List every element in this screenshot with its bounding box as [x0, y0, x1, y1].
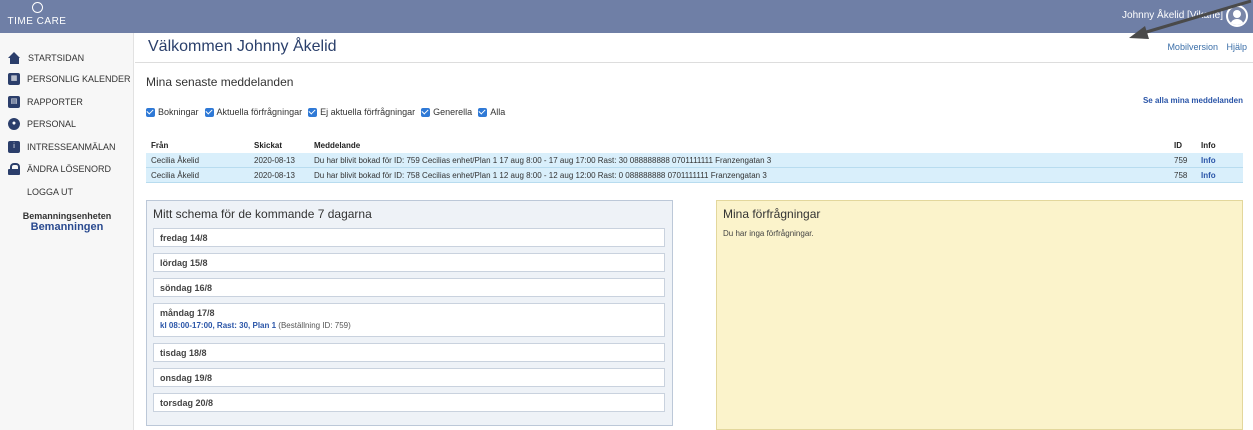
- info-icon: i: [8, 141, 20, 153]
- table-header-row: Från Skickat Meddelande ID Info: [146, 138, 1243, 153]
- requests-title: Mina förfrågningar: [723, 207, 821, 221]
- mobile-version-link[interactable]: Mobilversion: [1167, 42, 1218, 52]
- requests-empty-text: Du har inga förfrågningar.: [723, 229, 814, 238]
- checkbox-checked-icon[interactable]: [146, 107, 155, 117]
- sidebar-item-label: RAPPORTER: [27, 97, 83, 107]
- schedule-day[interactable]: fredag 14/8: [153, 228, 665, 247]
- schedule-day[interactable]: söndag 16/8: [153, 278, 665, 297]
- sidebar-item-rapporter[interactable]: ▤ RAPPORTER: [8, 93, 83, 111]
- info-link[interactable]: Info: [1201, 171, 1216, 180]
- schedule-panel: Mitt schema för de kommande 7 dagarna fr…: [146, 200, 673, 426]
- day-label: tisdag 18/8: [160, 348, 207, 358]
- sidebar-item-logga-ut[interactable]: LOGGA UT: [8, 183, 73, 201]
- sidebar-item-label: ÄNDRA LÖSENORD: [27, 164, 112, 174]
- filter-generella[interactable]: Generella: [421, 107, 472, 117]
- calendar-icon: ▦: [8, 73, 20, 85]
- checkbox-checked-icon[interactable]: [204, 107, 214, 117]
- day-label: lördag 15/8: [160, 258, 208, 268]
- sidebar-item-personal[interactable]: ● PERSONAL: [8, 115, 76, 133]
- day-label: torsdag 20/8: [160, 398, 214, 408]
- sidebar-item-label: STARTSIDAN: [28, 53, 85, 63]
- cell-id: 759: [1174, 156, 1188, 165]
- filter-aktuella-forfragningar[interactable]: Aktuella förfrågningar: [204, 107, 303, 117]
- message-filters: Bokningar Aktuella förfrågningar Ej aktu…: [146, 107, 511, 117]
- cell-message: Du har blivit bokad för ID: 758 Cecilias…: [314, 171, 767, 180]
- checkbox-checked-icon[interactable]: [478, 107, 488, 117]
- checkbox-checked-icon[interactable]: [308, 107, 318, 117]
- info-link[interactable]: Info: [1201, 156, 1216, 165]
- filter-label: Aktuella förfrågningar: [216, 107, 303, 117]
- divider: [135, 62, 1253, 63]
- filter-alla[interactable]: Alla: [478, 107, 505, 117]
- schedule-day[interactable]: lördag 15/8: [153, 253, 665, 272]
- logo-text: TIME CARE: [7, 16, 67, 27]
- table-row[interactable]: Cecilia Åkelid 2020-08-13 Du har blivit …: [146, 153, 1243, 168]
- schedule-day[interactable]: torsdag 20/8: [153, 393, 665, 412]
- schedule-day[interactable]: onsdag 19/8: [153, 368, 665, 387]
- day-label: fredag 14/8: [160, 233, 208, 243]
- filter-label: Generella: [433, 107, 473, 117]
- report-icon: ▤: [8, 96, 20, 108]
- column-header-info: Info: [1201, 141, 1216, 150]
- column-header-id: ID: [1174, 141, 1182, 150]
- column-header-sent: Skickat: [254, 141, 283, 150]
- sidebar-item-personlig-kalender[interactable]: ▦ PERSONLIG KALENDER: [8, 70, 131, 88]
- filter-label: Bokningar: [158, 107, 199, 117]
- day-label: onsdag 19/8: [160, 373, 213, 383]
- messages-table: Från Skickat Meddelande ID Info Cecilia …: [146, 138, 1243, 183]
- help-link[interactable]: Hjälp: [1226, 42, 1247, 52]
- see-all-messages-link[interactable]: Se alla mina meddelanden: [1143, 96, 1243, 105]
- table-row[interactable]: Cecilia Åkelid 2020-08-13 Du har blivit …: [146, 168, 1243, 183]
- cell-id: 758: [1174, 171, 1188, 180]
- checkbox-checked-icon[interactable]: [421, 107, 431, 117]
- home-icon: [8, 52, 21, 64]
- sidebar-item-label: INTRESSEANMÄLAN: [27, 142, 116, 152]
- sidebar-item-intresseanmalan[interactable]: i INTRESSEANMÄLAN: [8, 138, 116, 156]
- annotation-arrow-icon: [1129, 0, 1252, 39]
- unit-name[interactable]: Bemanningen: [0, 221, 134, 233]
- day-label: måndag 17/8: [160, 308, 215, 318]
- cell-from: Cecilia Åkelid: [151, 171, 200, 180]
- app-logo[interactable]: TIME CARE: [6, 2, 68, 27]
- schedule-title: Mitt schema för de kommande 7 dagarna: [153, 207, 372, 221]
- shift-detail[interactable]: kl 08:00-17:00, Rast: 30, Plan 1 (Bestäl…: [160, 321, 658, 330]
- sidebar-item-label: PERSONLIG KALENDER: [27, 74, 131, 84]
- filter-bokningar[interactable]: Bokningar: [146, 107, 199, 117]
- page-title: Välkommen Johnny Åkelid: [148, 38, 337, 55]
- day-label: söndag 16/8: [160, 283, 213, 293]
- unit-label: Bemanningsenheten: [22, 211, 112, 221]
- order-id: (Beställning ID: 759): [278, 321, 351, 330]
- person-icon: ●: [8, 118, 20, 130]
- filter-label: Ej aktuella förfrågningar: [320, 107, 416, 117]
- cell-sent: 2020-08-13: [254, 156, 295, 165]
- shift-time[interactable]: kl 08:00-17:00, Rast: 30, Plan 1: [160, 321, 276, 330]
- clock-icon: [31, 2, 43, 13]
- sidebar-item-label: PERSONAL: [27, 119, 77, 129]
- top-bar: TIME CARE Johnny Åkelid [Vikarie]: [0, 0, 1253, 33]
- requests-panel: Mina förfrågningar Du har inga förfrågni…: [716, 200, 1243, 430]
- column-header-from: Från: [151, 141, 169, 150]
- cell-message: Du har blivit bokad för ID: 759 Cecilias…: [314, 156, 772, 165]
- sidebar-item-label: LOGGA UT: [27, 187, 74, 197]
- cell-sent: 2020-08-13: [254, 171, 295, 180]
- messages-title: Mina senaste meddelanden: [146, 75, 294, 89]
- cell-from: Cecilia Åkelid: [151, 156, 200, 165]
- header-links: Mobilversion Hjälp: [1161, 42, 1247, 52]
- sidebar: STARTSIDAN ▦ PERSONLIG KALENDER ▤ RAPPOR…: [0, 33, 134, 430]
- filter-ej-aktuella-forfragningar[interactable]: Ej aktuella förfrågningar: [308, 107, 415, 117]
- schedule-day[interactable]: måndag 17/8 kl 08:00-17:00, Rast: 30, Pl…: [153, 303, 665, 337]
- lock-icon: [8, 163, 20, 175]
- schedule-day[interactable]: tisdag 18/8: [153, 343, 665, 362]
- column-header-message: Meddelande: [314, 141, 361, 150]
- sidebar-item-startsidan[interactable]: STARTSIDAN: [8, 49, 84, 67]
- filter-label: Alla: [490, 107, 506, 117]
- sidebar-item-andra-losenord[interactable]: ÄNDRA LÖSENORD: [8, 160, 111, 178]
